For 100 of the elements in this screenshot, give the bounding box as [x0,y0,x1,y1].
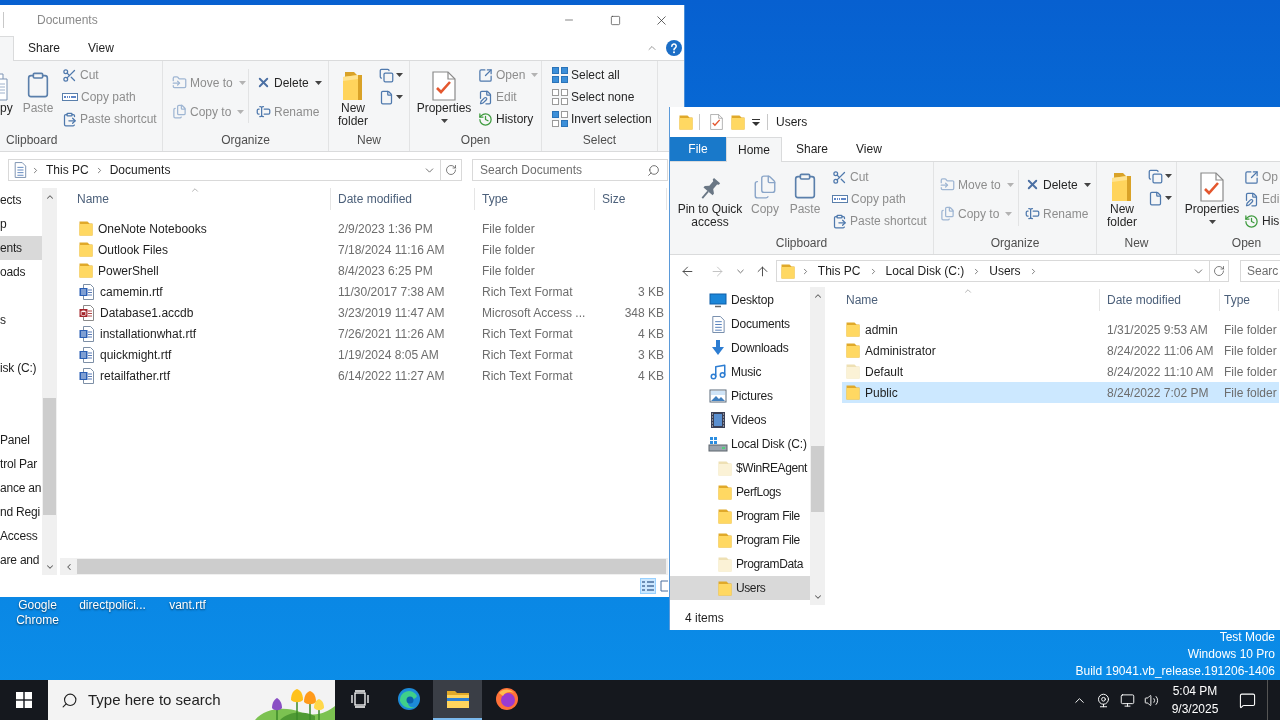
file-row[interactable]: PowerShell 8/4/2023 6:25 PM File folder [60,260,668,281]
desktop-icon-label[interactable]: Google Chrome [0,598,75,628]
caret-icon [396,73,403,77]
desktop-icon-label[interactable]: directpolici... [75,598,150,628]
ribbon-button[interactable]: Pin to Quick access [672,162,748,234]
ribbon-tab[interactable]: Share [782,137,843,161]
breadcrumb[interactable]: Documents [107,161,173,179]
view-button[interactable] [640,578,656,594]
nav-item[interactable]: isk (C:) [0,356,42,380]
file-row[interactable]: Outlook Files 7/18/2024 11:16 AM File folder [60,239,668,260]
file-row[interactable]: Database1.accdb 3/23/2019 11:47 AM Microsoft Access ... 348 KB [60,302,668,323]
nav-item[interactable]: Access [0,524,42,548]
nav-item[interactable]: Local Disk (C:) [670,432,810,456]
column-header[interactable]: Type [475,188,595,210]
refresh-button[interactable] [441,159,462,181]
nav-item[interactable]: Documents [670,312,810,336]
column-header[interactable]: Name [60,188,331,210]
nav-item[interactable]: PerfLogs [670,480,810,504]
search-field[interactable]: Search Documents [473,160,647,180]
ribbon-button[interactable]: Delete [256,68,322,97]
ribbon-tab[interactable] [0,36,14,61]
ribbon-tab[interactable]: Share [14,36,75,60]
file-row[interactable]: Public 8/24/2022 7:02 PM File folder [842,382,1279,403]
column-header[interactable]: Type [1220,289,1279,311]
nav-item[interactable]: trol Par [0,452,42,476]
column-header[interactable]: Size [595,188,667,210]
nav-item[interactable]: Music [670,360,810,384]
nav-item[interactable]: ProgramData [670,552,810,576]
nav-item[interactable]: s [0,308,42,332]
ribbon-tab[interactable]: View [74,36,128,60]
nav-item[interactable]: Users [670,576,810,600]
taskbar-button[interactable] [433,680,482,720]
nav-item[interactable]: are and [0,548,42,572]
ribbon-button[interactable]: Select none [552,86,652,108]
file-row[interactable]: OneNote Notebooks 2/9/2023 1:36 PM File folder [60,218,668,239]
checked-page-icon[interactable] [710,114,723,130]
search-field[interactable]: Type here to search [88,688,248,712]
column-header[interactable]: Name [837,289,1100,311]
ribbon-button[interactable]: New folder [1100,162,1144,234]
nav-item[interactable]: Desktop [670,288,810,312]
nav-item[interactable]: p [0,212,42,236]
file-row[interactable]: admin 1/31/2025 9:53 AM File folder [842,319,1279,340]
nav-item[interactable]: nd Regi [0,500,42,524]
nav-item[interactable]: Program File [670,528,810,552]
nav-item[interactable]: oads [0,260,42,284]
chevron-right-icon [31,165,40,175]
search-box[interactable]: Search Documents [472,159,668,181]
ribbon-button[interactable]: Properties [1180,162,1244,234]
file-row[interactable]: Default 8/24/2022 11:10 AM File folder [842,361,1279,382]
clock[interactable]: 5:04 PM 9/3/2025 [1163,680,1227,720]
ribbon-button[interactable]: Invert selection [552,108,652,130]
caret-icon[interactable] [752,118,760,126]
nav-item[interactable]: ance an [0,476,42,500]
nav-item[interactable]: Videos [670,408,810,432]
nav-item[interactable]: Downloads [670,336,810,360]
ribbon-button[interactable]: New folder [331,61,375,131]
file-row[interactable]: retailfather.rtf 6/14/2022 11:27 AM Rich Text Format 4 KB [60,365,668,386]
caret-icon [1006,182,1014,187]
file-row[interactable]: installationwhat.rtf 7/26/2021 11:26 AM Rich Text Format 4 KB [60,323,668,344]
document-icon [79,325,95,342]
nav-item[interactable]: Panel [0,428,42,452]
folder-icon[interactable] [731,114,745,130]
view-button[interactable] [658,578,668,594]
nav-item[interactable]: Program File [670,504,810,528]
folder-icon[interactable] [679,114,693,130]
ribbon-button[interactable]: Delete [1025,170,1091,199]
breadcrumb[interactable]: This PC [44,161,91,179]
ribbon-tab[interactable]: File [670,137,726,161]
file-row[interactable]: quickmight.rtf 1/19/2024 8:05 AM Rich Text Format 3 KB [60,344,668,365]
address-bar[interactable]: This PC Documents [8,159,441,181]
address-bar[interactable]: This PC Local Disk (C:) Users [775,260,1211,282]
breadcrumb[interactable]: Users [987,262,1023,280]
nav-item[interactable]: $WinREAgent [670,456,810,480]
ribbon-button[interactable]: His [1244,210,1280,232]
column-header[interactable]: Date modified [1100,289,1220,311]
file-row[interactable]: camemin.rtf 11/30/2017 7:38 AM Rich Text Format 3 KB [60,281,668,302]
ribbon-tab[interactable]: Home [726,137,782,162]
ribbon-button[interactable]: Select all [552,64,652,86]
file-row[interactable]: Administrator 8/24/2022 11:06 AM File folder [842,340,1279,361]
arrow-up-icon[interactable] [754,263,770,279]
scrollbar[interactable] [42,188,57,575]
refresh-button[interactable] [1210,260,1229,282]
column-header[interactable]: Date modified [331,188,475,210]
nav-item[interactable]: Pictures [670,384,810,408]
breadcrumb[interactable]: Local Disk (C:) [883,262,967,280]
scrollbar-thumb[interactable] [43,398,56,515]
table-cell: Rich Text Format [482,284,573,299]
desktop-icon-label[interactable]: vant.rtf [150,598,225,628]
taskbar-search-bar[interactable]: Type here to search [48,680,335,720]
help-icon[interactable] [666,39,682,56]
breadcrumb[interactable]: This PC [815,262,863,280]
scrollbar[interactable] [810,287,825,605]
nav-item[interactable]: ects [0,188,42,212]
scrollbar-thumb[interactable] [811,446,824,512]
ribbon-button[interactable]: py [0,61,12,131]
ribbon-tab[interactable]: View [842,137,896,161]
ribbon-button[interactable]: History [478,108,539,130]
nav-item[interactable]: ents [0,236,42,260]
ribbon-button[interactable]: Properties [414,61,474,131]
search-field[interactable]: Searc [1240,260,1280,282]
